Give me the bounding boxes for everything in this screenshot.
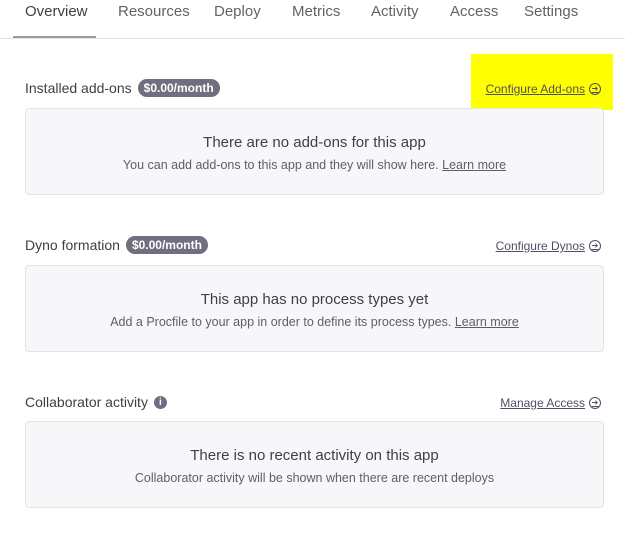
tab-overview[interactable]: Overview — [25, 3, 88, 20]
addons-learn-more-link[interactable]: Learn more — [442, 158, 506, 172]
dynos-empty-box: This app has no process types yet Add a … — [25, 265, 604, 352]
dynos-empty-text: Add a Procfile to your app in order to d… — [110, 315, 452, 329]
tab-access[interactable]: Access — [450, 3, 498, 20]
info-icon[interactable]: i — [153, 395, 167, 409]
addons-empty-box: There are no add-ons for this app You ca… — [25, 108, 604, 195]
addons-cost-badge: $0.00/month — [137, 79, 220, 97]
configure-dynos-link[interactable]: Configure Dynos ➔ — [496, 239, 601, 253]
manage-access-link[interactable]: Manage Access ➔ — [500, 396, 601, 410]
configure-addons-label: Configure Add-ons — [485, 82, 585, 96]
collab-empty-box: There is no recent activity on this app … — [25, 421, 604, 508]
collab-title: Collaborator activity — [25, 394, 148, 410]
collab-header: Collaborator activity i — [25, 394, 167, 410]
collab-empty-text: Collaborator activity will be shown when… — [134, 471, 495, 485]
tab-bar: Overview Resources Deploy Metrics Activi… — [0, 0, 625, 39]
addons-title: Installed add-ons — [25, 80, 132, 96]
dynos-title: Dyno formation — [25, 237, 120, 253]
addons-header: Installed add-ons $0.00/month — [25, 79, 220, 97]
arrow-circle-icon: ➔ — [589, 397, 601, 409]
tab-deploy[interactable]: Deploy — [214, 3, 261, 20]
dynos-empty-heading: This app has no process types yet — [200, 291, 429, 308]
tab-activity[interactable]: Activity — [371, 3, 419, 20]
arrow-circle-icon: ➔ — [589, 83, 601, 95]
configure-dynos-label: Configure Dynos — [495, 239, 585, 253]
manage-access-label: Manage Access — [500, 396, 585, 410]
dynos-learn-more-link[interactable]: Learn more — [455, 315, 519, 329]
configure-addons-link[interactable]: Configure Add-ons ➔ — [486, 82, 601, 96]
addons-empty-text: You can add add-ons to this app and they… — [122, 158, 439, 172]
dynos-cost-badge: $0.00/month — [125, 236, 208, 254]
tab-resources[interactable]: Resources — [118, 3, 190, 20]
addons-empty-heading: There are no add-ons for this app — [203, 134, 426, 151]
active-tab-indicator — [13, 36, 96, 38]
tab-settings[interactable]: Settings — [524, 3, 578, 20]
collab-empty-heading: There is no recent activity on this app — [190, 447, 439, 464]
arrow-circle-icon: ➔ — [589, 240, 601, 252]
dynos-header: Dyno formation $0.00/month — [25, 236, 208, 254]
tab-metrics[interactable]: Metrics — [292, 3, 340, 20]
